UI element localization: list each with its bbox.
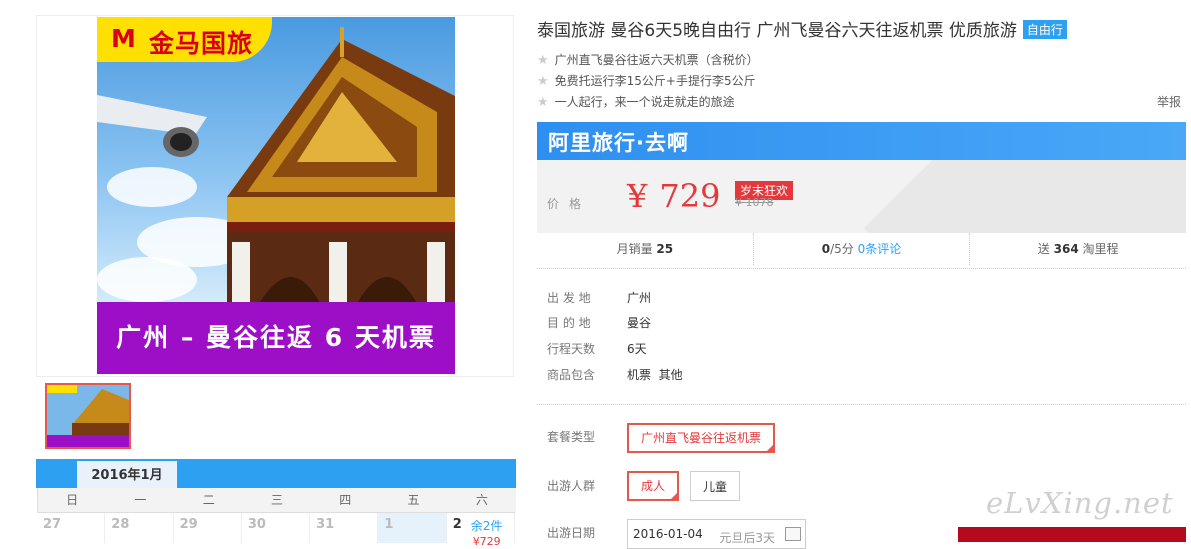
detail-value: 机票 其他 [627, 368, 683, 382]
points-reward: 送 364 淘里程 [970, 233, 1186, 265]
sales-value: 25 [656, 242, 674, 256]
price-label: 价格 [547, 197, 592, 211]
package-option-text: 广州直飞曼谷往返机票 [641, 431, 762, 445]
package-type-label: 套餐类型 [547, 430, 596, 444]
detail-label: 商品包含 [547, 368, 596, 382]
divider [537, 404, 1186, 405]
day-number: 31 [316, 517, 335, 532]
feature-bullet: ★ 免费托运行李15公斤+手提行李5公斤 [537, 72, 756, 89]
thumbnail-1[interactable] [45, 383, 131, 449]
date-hint: 元旦后3天 [719, 531, 775, 545]
reviews-link[interactable]: 0条评论 [858, 242, 902, 256]
points-prefix: 送 [1037, 242, 1050, 256]
travel-date-label: 出游日期 [547, 526, 596, 540]
weekday-sun: 日 [66, 493, 79, 507]
day-number: 27 [43, 517, 62, 532]
original-price: ¥ 1078 [735, 196, 774, 209]
calendar-day: 29 [174, 513, 242, 543]
product-type-badge: 自由行 [1022, 20, 1067, 39]
currency-symbol: ¥ [627, 177, 648, 215]
points-suffix: 淘里程 [1082, 242, 1119, 256]
star-icon: ★ [537, 53, 549, 68]
selected-check-icon [669, 491, 680, 501]
feature-text: 广州直飞曼谷往返六天机票（含税价） [554, 53, 759, 67]
selected-check-icon [765, 443, 776, 453]
stock-label: 余2件 [470, 519, 503, 533]
thumbnail-image [47, 385, 129, 447]
star-icon: ★ [537, 74, 549, 89]
calendar-day: 27 [37, 513, 106, 543]
weekday-tue: 二 [202, 493, 215, 507]
product-title: 泰国旅游 曼谷6天5晚自由行 广州飞曼谷六天往返机票 优质旅游 自由行 [537, 16, 1067, 41]
day-number: 2 [452, 517, 462, 532]
price-amount: 729 [659, 177, 721, 215]
feature-text: 一人起行，来一个说走就走的旅途 [554, 95, 735, 109]
feature-text: 免费托运行李15公斤+手提行李5公斤 [554, 74, 756, 88]
stats-bar: 月销量 25 0/5分 0条评论 送 364 淘里程 [537, 233, 1186, 265]
detail-value: 曼谷 [627, 316, 652, 330]
detail-value: 6天 [627, 342, 647, 356]
seller-brand-name: 阿里旅行·去啊 [548, 131, 689, 155]
watermark: eLvXing.net [986, 486, 1174, 520]
detail-value: 广州 [627, 291, 652, 305]
traveler-adult-option[interactable]: 成人 [627, 471, 680, 501]
calendar-week-row: 27 28 29 30 31 1 2 余2件 ¥729 [37, 512, 515, 548]
traveler-child-text: 儿童 [703, 480, 728, 494]
image-caption: 广州 – 曼谷往返 6 天机票 [116, 323, 436, 352]
weekday-sat: 六 [475, 493, 488, 507]
calendar-icon[interactable] [785, 527, 801, 541]
feature-bullet: ★ 一人起行，来一个说走就走的旅途 [537, 93, 735, 110]
package-option-selected[interactable]: 广州直飞曼谷往返机票 [627, 423, 776, 453]
date-value: 2016-01-04 [633, 527, 703, 541]
day-number: 1 [384, 517, 394, 532]
sales-label: 月销量 [616, 242, 653, 256]
score-value: 0 [821, 242, 831, 256]
weekday-fri: 五 [407, 493, 420, 507]
brand-name: 金马国旅 [149, 29, 254, 58]
detail-label: 目 的 地 [547, 316, 591, 330]
rating: 0/5分 0条评论 [754, 233, 971, 265]
day-number: 30 [247, 517, 266, 532]
feature-bullet: ★ 广州直飞曼谷往返六天机票（含税价） [537, 51, 759, 68]
calendar-day-available[interactable]: 2 余2件 ¥729 [447, 513, 515, 548]
monthly-sales: 月销量 25 [537, 233, 754, 265]
report-link[interactable]: 举报 [1157, 93, 1181, 110]
calendar-day: 30 [242, 513, 311, 543]
calendar-day-today: 1 [378, 513, 447, 543]
calendar-day: 28 [105, 513, 174, 543]
brand-banner: M 金马国旅 [97, 17, 272, 62]
price-value: ¥729 [627, 177, 720, 215]
star-icon: ★ [537, 95, 549, 110]
detail-label: 出 发 地 [547, 291, 591, 305]
calendar-month-tab[interactable]: 2016年1月 [77, 461, 177, 490]
traveler-adult-text: 成人 [641, 479, 666, 493]
day-number: 28 [111, 517, 130, 532]
day-number: 29 [179, 517, 198, 532]
brand-logo-icon: M [111, 24, 137, 53]
product-title-text: 泰国旅游 曼谷6天5晚自由行 广州飞曼谷六天往返机票 优质旅游 [537, 21, 1017, 41]
detail-label: 行程天数 [547, 342, 596, 356]
points-value: 364 [1053, 242, 1079, 256]
traveler-child-option[interactable]: 儿童 [690, 471, 741, 501]
main-product-image[interactable]: M 金马国旅 广州 – 曼谷往返 6 天机票 [97, 17, 455, 374]
divider [537, 268, 1186, 269]
weekday-thu: 四 [339, 493, 352, 507]
travel-date-input[interactable]: 2016-01-04 元旦后3天 [627, 519, 806, 549]
promo-strip [958, 527, 1186, 542]
calendar-weekdays: 日 一 二 三 四 五 六 [37, 488, 516, 512]
score-total: /5分 [830, 242, 854, 256]
traveler-type-label: 出游人群 [547, 479, 596, 493]
weekday-wed: 三 [270, 493, 283, 507]
calendar-day: 31 [310, 513, 379, 543]
weekday-mon: 一 [134, 493, 147, 507]
